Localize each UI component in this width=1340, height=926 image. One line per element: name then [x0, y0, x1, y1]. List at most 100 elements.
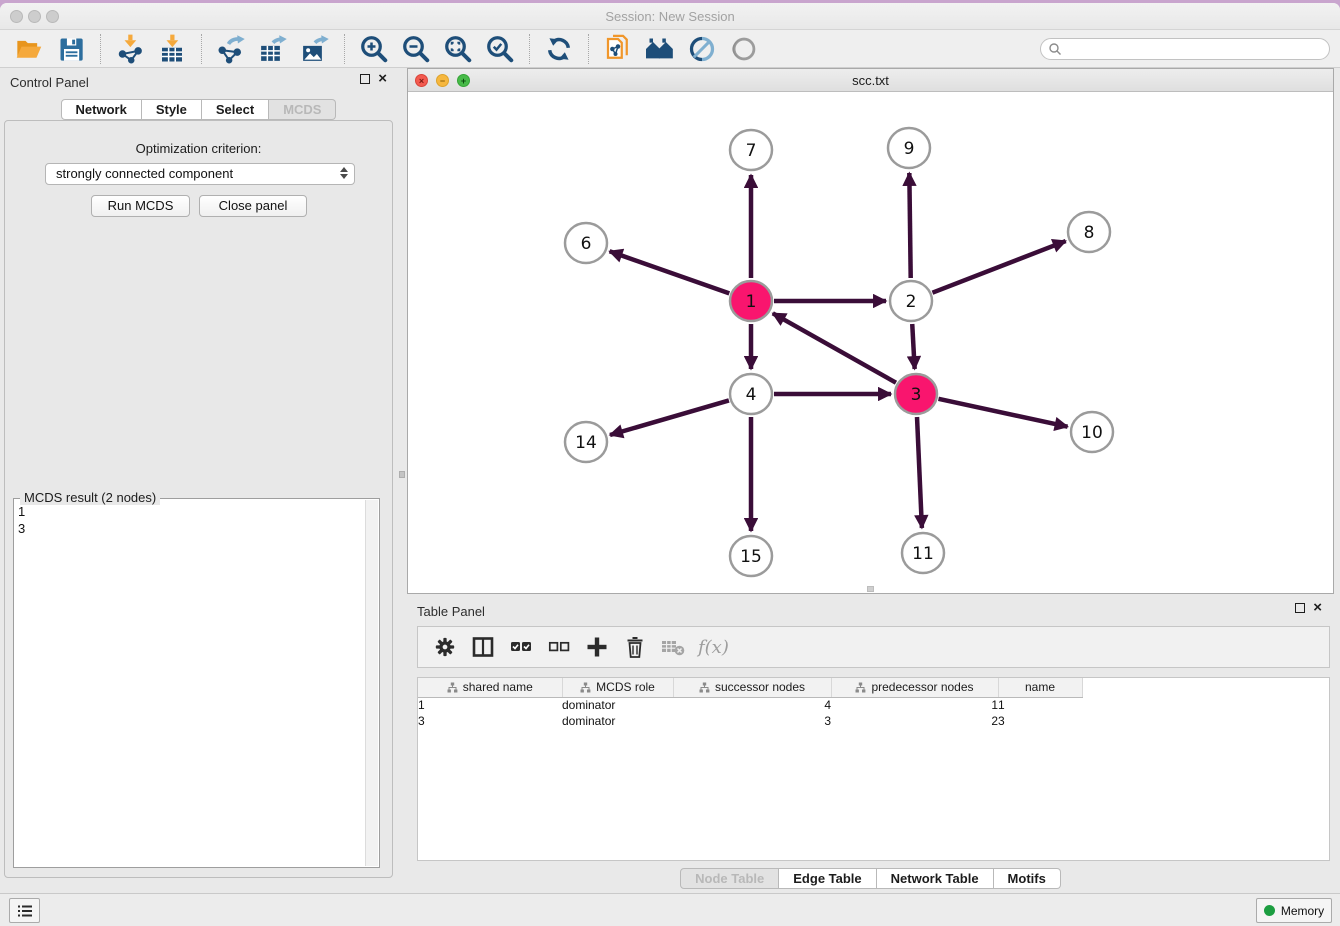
column-hierarchy-icon	[447, 682, 458, 693]
tab-select[interactable]: Select	[202, 99, 269, 120]
graph-edge-4-14[interactable]	[610, 400, 729, 435]
toolbar-separator	[201, 34, 202, 64]
svg-text:3: 3	[911, 385, 922, 405]
tab-motifs[interactable]: Motifs	[994, 868, 1061, 889]
graph-node-10[interactable]: 10	[1071, 412, 1113, 452]
svg-text:15: 15	[740, 547, 762, 567]
export-network-icon[interactable]	[215, 33, 247, 65]
close-table-panel-icon[interactable]: ×	[1313, 603, 1322, 613]
graph-edge-1-6[interactable]	[610, 251, 730, 293]
graph-node-2[interactable]: 2	[890, 281, 932, 321]
horizontal-splitter-grip-icon[interactable]	[867, 586, 874, 592]
status-bar: Memory	[0, 893, 1340, 926]
gear-icon[interactable]	[430, 632, 460, 662]
graph-node-9[interactable]: 9	[888, 128, 930, 168]
graph-node-14[interactable]: 14	[565, 422, 607, 462]
import-network-icon[interactable]	[114, 33, 146, 65]
tab-network[interactable]: Network	[61, 99, 142, 120]
svg-text:9: 9	[904, 139, 915, 159]
search-icon	[1048, 42, 1062, 61]
graph-node-11[interactable]: 11	[902, 533, 944, 573]
toolbar-separator	[344, 34, 345, 64]
select-stepper-icon	[340, 167, 348, 179]
svg-text:2: 2	[906, 292, 917, 312]
column-header[interactable]: name	[998, 678, 1082, 697]
column-header[interactable]: MCDS role	[562, 678, 673, 697]
add-column-icon[interactable]	[582, 632, 612, 662]
select-all-icon[interactable]	[506, 632, 536, 662]
table-panel-title: Table Panel	[417, 604, 485, 619]
clone-network-icon[interactable]	[602, 33, 634, 65]
split-columns-icon[interactable]	[468, 632, 498, 662]
tab-style[interactable]: Style	[142, 99, 202, 120]
table-row[interactable]: 3dominator323	[418, 713, 1083, 729]
toolbar-separator	[529, 34, 530, 64]
network-view-window: × − + scc.txt 1 2 3 4 6 7 8 9 10 11 14 15	[407, 68, 1334, 594]
table-cell: 1	[418, 697, 562, 713]
apply-style-icon[interactable]	[686, 33, 718, 65]
save-session-icon[interactable]	[55, 33, 87, 65]
list-icon	[16, 903, 34, 919]
float-table-panel-icon[interactable]	[1295, 603, 1305, 613]
import-table-icon[interactable]	[156, 33, 188, 65]
graph-edge-2-8[interactable]	[932, 241, 1065, 293]
result-scrollbar[interactable]	[365, 500, 378, 866]
panel-menu-button[interactable]	[9, 898, 40, 923]
zoom-fit-icon[interactable]	[442, 33, 474, 65]
delete-column-icon[interactable]	[620, 632, 650, 662]
graph-node-1[interactable]: 1	[730, 281, 772, 321]
graph-node-3[interactable]: 3	[895, 374, 937, 414]
graph-edge-3-11[interactable]	[917, 417, 922, 528]
network-title: scc.txt	[408, 73, 1333, 88]
table-row[interactable]: 1dominator411	[418, 697, 1083, 713]
tab-node-table[interactable]: Node Table	[680, 868, 779, 889]
export-image-icon[interactable]	[299, 33, 331, 65]
optimization-criterion-label: Optimization criterion:	[5, 141, 392, 156]
mcds-panel: Optimization criterion: strongly connect…	[4, 120, 393, 878]
node-table: shared nameMCDS rolesuccessor nodesprede…	[417, 677, 1330, 861]
network-canvas[interactable]: 1 2 3 4 6 7 8 9 10 11 14 15	[408, 92, 1333, 593]
close-panel-icon[interactable]: ×	[378, 74, 387, 84]
refresh-icon[interactable]	[543, 33, 575, 65]
float-panel-icon[interactable]	[360, 74, 370, 84]
home-layout-icon[interactable]	[644, 33, 676, 65]
graph-edge-2-9[interactable]	[909, 173, 910, 278]
network-window-titlebar[interactable]: × − + scc.txt	[408, 69, 1333, 92]
graph-node-6[interactable]: 6	[565, 223, 607, 263]
open-session-icon[interactable]	[13, 33, 45, 65]
deselect-all-icon[interactable]	[544, 632, 574, 662]
close-panel-button[interactable]: Close panel	[199, 195, 307, 217]
graph-node-7[interactable]: 7	[730, 130, 772, 170]
table-cell: 3	[998, 713, 1082, 729]
mcds-result-box: MCDS result (2 nodes) 1 3	[13, 498, 380, 868]
table-panel: Table Panel ×	[407, 597, 1334, 896]
tab-mcds[interactable]: MCDS	[269, 99, 336, 120]
memory-label: Memory	[1281, 904, 1324, 918]
search-input[interactable]	[1040, 38, 1330, 60]
optimization-criterion-select[interactable]: strongly connected component	[45, 163, 355, 185]
table-cell: dominator	[562, 697, 673, 713]
zoom-out-icon[interactable]	[400, 33, 432, 65]
visibility-icon	[728, 33, 760, 65]
graph-node-4[interactable]: 4	[730, 374, 772, 414]
column-header[interactable]: shared name	[418, 678, 562, 697]
tab-edge-table[interactable]: Edge Table	[779, 868, 876, 889]
graph-edge-2-3[interactable]	[912, 324, 914, 369]
vertical-splitter[interactable]	[397, 68, 407, 883]
column-header[interactable]: successor nodes	[673, 678, 831, 697]
export-table-icon[interactable]	[257, 33, 289, 65]
table-cell: 1	[998, 697, 1082, 713]
memory-button[interactable]: Memory	[1256, 898, 1332, 923]
zoom-in-icon[interactable]	[358, 33, 390, 65]
graph-edge-3-10[interactable]	[938, 399, 1067, 427]
splitter-grip-icon[interactable]	[399, 471, 405, 478]
control-panel-title: Control Panel	[10, 75, 89, 90]
zoom-selected-icon[interactable]	[484, 33, 516, 65]
graph-node-8[interactable]: 8	[1068, 212, 1110, 252]
run-mcds-button[interactable]: Run MCDS	[91, 195, 190, 217]
column-header[interactable]: predecessor nodes	[831, 678, 998, 697]
tab-network-table[interactable]: Network Table	[877, 868, 994, 889]
svg-text:6: 6	[581, 234, 592, 254]
graph-edge-3-1[interactable]	[773, 313, 896, 382]
graph-node-15[interactable]: 15	[730, 536, 772, 576]
